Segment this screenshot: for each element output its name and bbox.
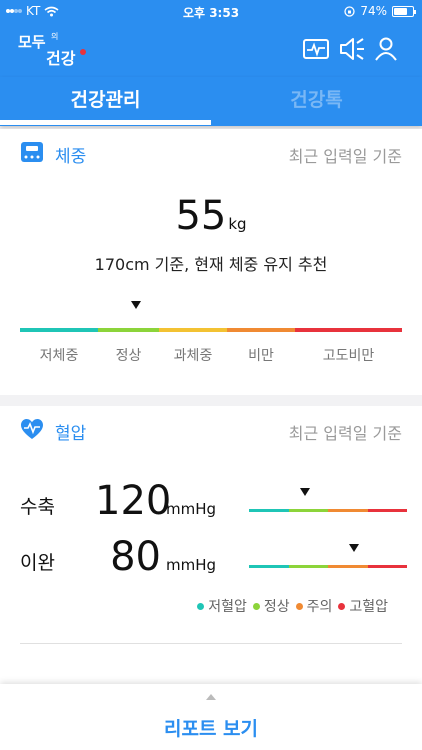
legend-dot: [295, 602, 303, 610]
chevron-up-icon[interactable]: [206, 694, 216, 700]
systolic-row: 수축 120 mmHg: [0, 478, 422, 528]
weight-scale-bar: [20, 328, 402, 332]
weight-scale-segment: [20, 328, 98, 332]
diastolic-pointer: [349, 544, 359, 552]
app-header: 모두 의 건강: [0, 22, 422, 77]
systolic-pointer: [300, 488, 310, 496]
weight-scale-segment: [98, 328, 159, 332]
systolic-label: 수축: [20, 496, 55, 518]
tab-bar: 건강관리 건강톡: [0, 77, 422, 126]
legend-item: 주의: [295, 596, 333, 616]
weight-value: 55 kg: [0, 193, 422, 239]
legend-dot: [338, 602, 346, 610]
bp-divider: [20, 643, 402, 644]
battery-icon: [392, 5, 416, 17]
heart-pulse-icon: [21, 419, 43, 439]
weight-scale-label: 비만: [248, 348, 274, 364]
weight-meta: 최근 입력일 기준: [288, 147, 402, 166]
weight-recommendation: 170cm 기준, 현재 체중 유지 추천: [94, 255, 328, 274]
weight-scale-segment: [159, 328, 227, 332]
scale-icon: [21, 142, 43, 162]
tab-health-management[interactable]: 건강관리: [0, 77, 211, 126]
weight-scale-label: 과체중: [173, 348, 213, 364]
svg-text:건강: 건강: [46, 49, 76, 68]
systolic-unit: mmHg: [166, 500, 217, 518]
legend-label: 정상: [263, 599, 290, 615]
weight-number: 55: [175, 193, 227, 239]
diastolic-value: 80: [110, 534, 161, 580]
legend-item: 저혈압: [197, 596, 247, 616]
pulse-monitor-icon[interactable]: [301, 34, 331, 64]
legend-label: 고혈압: [349, 599, 388, 615]
diastolic-scale-bar: [249, 565, 407, 568]
weight-unit: kg: [228, 215, 247, 233]
weight-scale-labels: 저체중 정상 과체중 비만 고도비만: [20, 345, 402, 365]
speaker-icon[interactable]: [337, 34, 367, 64]
legend-label: 저혈압: [208, 599, 247, 615]
svg-text:의: 의: [51, 31, 58, 41]
bp-title: 혈압: [55, 424, 87, 444]
legend-item: 정상: [252, 596, 290, 616]
tab-health-talk[interactable]: 건강톡: [211, 77, 422, 126]
status-bar: KT 오후 3:53 74%: [0, 0, 422, 22]
weight-card-header: 체중 최근 입력일 기준: [0, 129, 422, 175]
weight-card[interactable]: 체중 최근 입력일 기준 55 kg 170cm 기준, 현재 체중 유지 추천 …: [0, 129, 422, 395]
weight-scale-segment: [227, 328, 295, 332]
weight-scale-label: 정상: [115, 348, 142, 364]
app-logo[interactable]: 모두 의 건강: [18, 30, 90, 68]
weight-pointer: [131, 301, 141, 309]
systolic-scale-bar: [249, 509, 407, 512]
legend-dot: [252, 602, 260, 610]
bp-meta: 최근 입력일 기준: [288, 424, 402, 443]
svg-text:모두: 모두: [18, 33, 46, 51]
user-icon[interactable]: [371, 34, 401, 64]
legend-label: 주의: [306, 599, 333, 615]
systolic-value: 120: [95, 478, 172, 524]
battery-percent: 74%: [360, 4, 387, 18]
active-tab-indicator: [0, 120, 211, 125]
diastolic-unit: mmHg: [166, 556, 217, 574]
diastolic-row: 이완 80 mmHg: [0, 534, 422, 584]
weight-scale-segment: [295, 328, 402, 332]
diastolic-label: 이완: [20, 552, 55, 574]
weight-title: 체중: [55, 147, 87, 167]
weight-scale-label: 고도비만: [322, 348, 375, 364]
bp-card-header: 혈압 최근 입력일 기준: [0, 406, 422, 452]
bp-legend: 저혈압 정상 주의 고혈압: [197, 596, 388, 616]
legend-item: 고혈압: [338, 596, 388, 616]
weight-scale-label: 저체중: [39, 348, 79, 364]
report-sheet: 리포트 보기: [0, 684, 422, 750]
legend-dot: [197, 602, 205, 610]
report-button[interactable]: 리포트 보기: [0, 714, 422, 741]
rotation-lock-icon: [344, 5, 355, 17]
